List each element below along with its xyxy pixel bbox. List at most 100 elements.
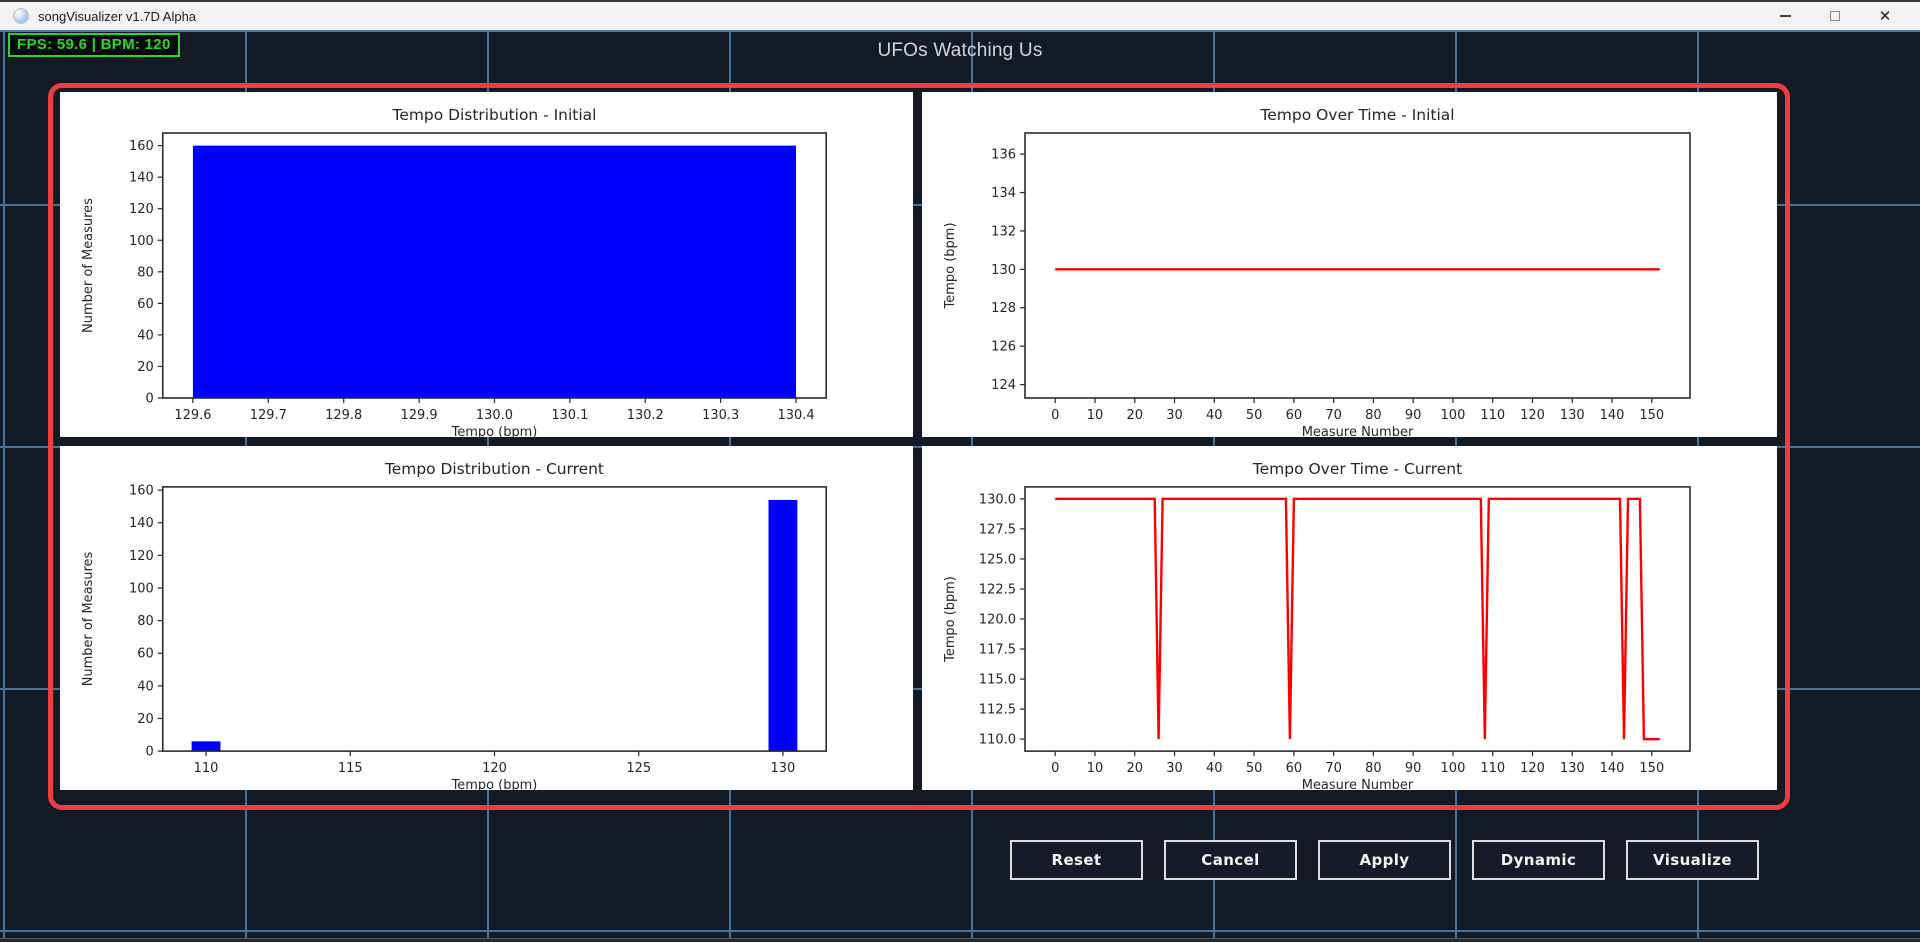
svg-text:140: 140 (1600, 408, 1625, 423)
svg-text:80: 80 (1365, 761, 1382, 776)
svg-text:110.0: 110.0 (979, 733, 1016, 748)
svg-text:115.0: 115.0 (979, 673, 1016, 688)
svg-text:150: 150 (1639, 408, 1664, 423)
svg-text:30: 30 (1166, 408, 1183, 423)
reset-button[interactable]: Reset (1010, 840, 1143, 880)
svg-text:130.0: 130.0 (476, 408, 513, 423)
maximize-button[interactable] (1810, 2, 1860, 30)
svg-text:160: 160 (129, 484, 154, 499)
tempo-distribution-initial-chart: 129.6129.7129.8129.9130.0130.1130.2130.3… (60, 92, 913, 437)
svg-text:Number of Measures: Number of Measures (81, 198, 96, 333)
svg-text:20: 20 (1127, 761, 1144, 776)
window-titlebar: songVisualizer v1.7D Alpha ✕ (0, 0, 1920, 30)
content-top-line (0, 30, 1920, 32)
svg-text:100: 100 (1441, 408, 1466, 423)
minimize-button[interactable] (1760, 2, 1810, 30)
svg-text:130: 130 (1560, 761, 1585, 776)
svg-text:120: 120 (1520, 408, 1545, 423)
svg-text:70: 70 (1325, 408, 1342, 423)
svg-text:120: 120 (129, 549, 154, 564)
svg-text:122.5: 122.5 (979, 582, 1016, 597)
page-title: UFOs Watching Us (0, 40, 1920, 62)
svg-text:100: 100 (1441, 761, 1466, 776)
svg-text:136: 136 (991, 148, 1016, 163)
svg-text:130.3: 130.3 (702, 408, 739, 423)
svg-text:50: 50 (1246, 408, 1263, 423)
svg-text:130.2: 130.2 (627, 408, 664, 423)
svg-text:40: 40 (137, 679, 153, 694)
chart-panel-tempo-over-time-initial: 0102030405060708090100110120130140150124… (922, 92, 1777, 437)
app-window: FPS: 59.6 | BPM: 120 UFOs Watching Us 12… (0, 0, 1920, 942)
svg-text:127.5: 127.5 (979, 522, 1016, 537)
visualize-button[interactable]: Visualize (1626, 840, 1759, 880)
svg-text:60: 60 (1286, 408, 1303, 423)
svg-text:140: 140 (129, 516, 154, 531)
svg-text:60: 60 (1286, 761, 1303, 776)
minimize-icon (1780, 15, 1791, 17)
cancel-button[interactable]: Cancel (1164, 840, 1297, 880)
svg-text:90: 90 (1405, 408, 1422, 423)
svg-text:Number of Measures: Number of Measures (81, 551, 96, 686)
svg-text:40: 40 (1206, 761, 1223, 776)
svg-text:117.5: 117.5 (979, 643, 1016, 658)
chart-panel-tempo-over-time-current: 0102030405060708090100110120130140150110… (922, 446, 1777, 790)
svg-text:90: 90 (1405, 761, 1422, 776)
svg-text:20: 20 (1126, 408, 1143, 423)
svg-text:Measure Number: Measure Number (1302, 425, 1414, 437)
svg-text:0: 0 (1051, 408, 1059, 423)
svg-text:20: 20 (137, 360, 153, 375)
svg-text:Tempo Over Time - Initial: Tempo Over Time - Initial (1259, 106, 1454, 124)
maximize-icon (1830, 11, 1840, 21)
svg-text:134: 134 (991, 186, 1016, 201)
svg-text:70: 70 (1325, 761, 1342, 776)
app-icon (13, 8, 29, 24)
tempo-over-time-initial-chart: 0102030405060708090100110120130140150124… (922, 92, 1777, 437)
svg-text:Tempo (bpm): Tempo (bpm) (943, 576, 958, 663)
svg-text:140: 140 (129, 171, 154, 186)
svg-text:20: 20 (137, 712, 153, 727)
svg-text:30: 30 (1166, 761, 1183, 776)
svg-text:130: 130 (1560, 408, 1585, 423)
svg-text:129.6: 129.6 (174, 408, 211, 423)
svg-text:40: 40 (137, 328, 153, 343)
svg-text:Tempo Distribution - Initial: Tempo Distribution - Initial (392, 106, 597, 124)
svg-text:0: 0 (146, 745, 154, 760)
svg-text:100: 100 (129, 234, 154, 249)
screen-bottom-edge (0, 938, 1920, 942)
svg-text:80: 80 (1365, 408, 1382, 423)
svg-text:140: 140 (1600, 761, 1625, 776)
apply-button[interactable]: Apply (1318, 840, 1451, 880)
svg-text:Tempo Distribution - Current: Tempo Distribution - Current (384, 460, 604, 478)
svg-text:Tempo (bpm): Tempo (bpm) (451, 425, 538, 437)
svg-text:129.8: 129.8 (325, 408, 362, 423)
close-icon: ✕ (1879, 7, 1892, 25)
svg-text:80: 80 (137, 614, 153, 629)
chart-panel-tempo-distribution-current: 110115120125130020406080100120140160Temp… (60, 446, 913, 790)
svg-text:124: 124 (991, 378, 1016, 393)
grid-line-vertical (3, 32, 5, 942)
svg-text:120: 120 (129, 202, 154, 217)
svg-text:160: 160 (129, 139, 154, 154)
svg-text:10: 10 (1087, 761, 1104, 776)
svg-text:0: 0 (1051, 761, 1059, 776)
svg-text:110: 110 (194, 761, 219, 776)
svg-text:125.0: 125.0 (979, 552, 1016, 567)
svg-text:120.0: 120.0 (979, 613, 1016, 628)
dynamic-button[interactable]: Dynamic (1472, 840, 1605, 880)
close-button[interactable]: ✕ (1860, 2, 1910, 30)
window-title: songVisualizer v1.7D Alpha (38, 9, 196, 24)
svg-text:130: 130 (771, 761, 796, 776)
svg-text:112.5: 112.5 (979, 703, 1016, 718)
tempo-over-time-current-chart: 0102030405060708090100110120130140150110… (922, 446, 1777, 790)
svg-text:40: 40 (1206, 408, 1223, 423)
svg-text:125: 125 (626, 761, 651, 776)
svg-text:0: 0 (146, 391, 154, 406)
svg-text:Tempo (bpm): Tempo (bpm) (943, 222, 958, 309)
svg-text:130.1: 130.1 (551, 408, 588, 423)
svg-text:130: 130 (991, 263, 1016, 278)
svg-text:115: 115 (338, 761, 363, 776)
chart-panel-tempo-distribution-initial: 129.6129.7129.8129.9130.0130.1130.2130.3… (60, 92, 913, 437)
tempo-distribution-current-chart: 110115120125130020406080100120140160Temp… (60, 446, 913, 790)
action-button-row: Reset Cancel Apply Dynamic Visualize (1010, 840, 1759, 880)
svg-text:130.4: 130.4 (777, 408, 814, 423)
